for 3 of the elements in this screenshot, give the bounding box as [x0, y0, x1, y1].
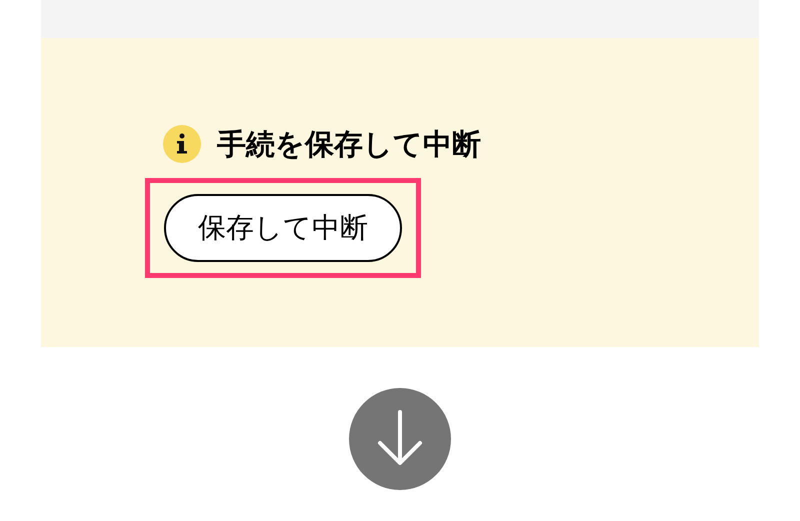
- info-icon: [163, 125, 201, 163]
- save-and-suspend-button[interactable]: 保存して中断: [164, 194, 402, 262]
- notice-heading: 手続を保存して中断: [217, 130, 481, 158]
